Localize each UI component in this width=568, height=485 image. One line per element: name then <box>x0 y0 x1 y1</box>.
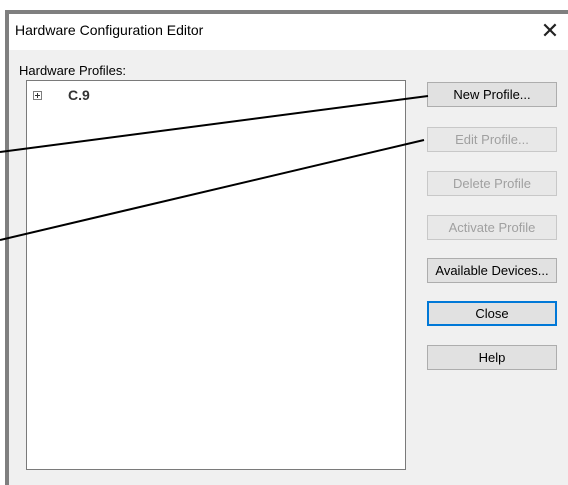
help-button[interactable]: Help <box>427 345 557 370</box>
profile-label: C.9 <box>68 87 90 103</box>
window-title: Hardware Configuration Editor <box>15 22 204 38</box>
delete-profile-button[interactable]: Delete Profile <box>427 171 557 196</box>
hardware-configuration-dialog: Hardware Configuration Editor ✕ Hardware… <box>9 14 568 485</box>
hardware-profiles-label: Hardware Profiles: <box>19 63 126 78</box>
plus-expander-icon[interactable] <box>33 90 42 100</box>
new-profile-button[interactable]: New Profile... <box>427 82 557 107</box>
activate-profile-button[interactable]: Activate Profile <box>427 215 557 240</box>
available-devices-button[interactable]: Available Devices... <box>427 258 557 283</box>
close-button[interactable]: Close <box>427 301 557 326</box>
tree-item-profile[interactable]: C.9 <box>33 87 90 103</box>
edit-profile-button[interactable]: Edit Profile... <box>427 127 557 152</box>
title-bar: Hardware Configuration Editor ✕ <box>9 14 568 50</box>
hardware-profiles-list[interactable]: C.9 <box>26 80 406 470</box>
close-icon[interactable]: ✕ <box>536 18 564 46</box>
